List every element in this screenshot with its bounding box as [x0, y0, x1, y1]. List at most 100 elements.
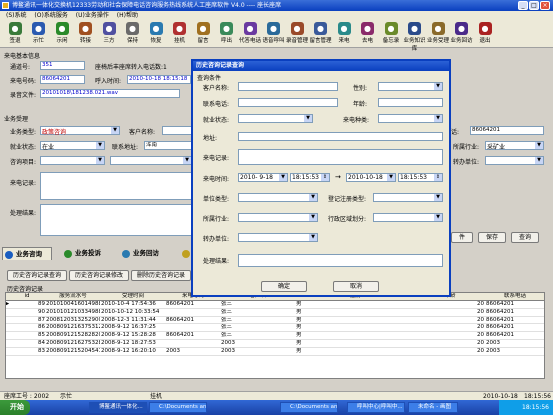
toolbar-dial-out-button[interactable]: ● 呼出: [216, 22, 238, 46]
dlg-from-time[interactable]: 18:15:53 ⇕: [290, 173, 330, 182]
column-header[interactable]: 受理时间: [101, 293, 165, 300]
dlg-age-input[interactable]: [378, 98, 443, 107]
customer-name-input[interactable]: [162, 126, 192, 135]
column-header[interactable]: id: [9, 293, 45, 300]
toolbar-exit-button[interactable]: ● 退出: [474, 22, 496, 46]
toolbar-knowledge-button[interactable]: ● 业务知识库: [404, 22, 426, 52]
toolbar-voice-call-button[interactable]: ● 语音呼叫: [263, 22, 285, 46]
toolbar-three-way-button[interactable]: ● 三方: [98, 22, 120, 46]
toolbar-busy-button[interactable]: ● 示忙: [28, 22, 50, 46]
toolbar-idle-button[interactable]: ● 示闲: [51, 22, 73, 46]
toolbar-callback-button[interactable]: ● 业务回访: [451, 22, 473, 46]
dlg-record-label: 来电记录:: [203, 155, 230, 162]
dlg-result-input[interactable]: [238, 254, 443, 267]
column-header[interactable]: 服务流水号: [46, 293, 100, 300]
close-button[interactable]: ×: [540, 1, 550, 10]
dlg-name-input[interactable]: [238, 82, 338, 91]
toolbar-pickup-button[interactable]: ● 代答电话: [239, 22, 261, 46]
idle-icon: ●: [55, 22, 69, 35]
ok-button[interactable]: 确定: [261, 281, 307, 292]
table-cell: 86064201: [486, 332, 514, 339]
toolbar-sign-out-button[interactable]: ● 签退: [4, 22, 26, 46]
tab-callback[interactable]: 业务回访: [120, 247, 175, 260]
table-cell: 86: [38, 324, 45, 331]
toolbar-memo-button[interactable]: ● 备忘录: [380, 22, 402, 46]
business-section-title: 业务受理: [4, 116, 29, 123]
history-query-button[interactable]: 历史咨询记录查询: [7, 270, 67, 281]
employment-select[interactable]: 在业 ▼: [40, 141, 105, 151]
dlg-transfer-select[interactable]: ▼: [238, 233, 318, 242]
table-row[interactable]: 86 20080912163753127 2008-9-12 16:37:25 张三 男…: [6, 324, 544, 333]
minimize-button[interactable]: _: [518, 1, 528, 10]
save-button[interactable]: 保存: [478, 232, 506, 243]
task-explorer-2[interactable]: C:\Documents an...: [280, 402, 338, 413]
dlg-to-date[interactable]: 2010-10-18 ▼: [346, 173, 396, 182]
address-input[interactable]: 浑南: [144, 141, 192, 150]
table-row[interactable]: 87 20081203132529003 2008-12-3 11:31:44 860…: [6, 317, 544, 325]
table-row[interactable]: ▶ 89 20101004160149884 2010-10-4 17:54:36 86…: [6, 301, 544, 309]
dlg-unit-type-select[interactable]: ▼: [238, 193, 318, 202]
menu-system[interactable]: (S)系统: [6, 12, 27, 19]
phone-field[interactable]: 86064201: [470, 126, 544, 135]
dlg-region-select[interactable]: ▼: [373, 213, 443, 222]
table-row[interactable]: 83 20080912152045412 2008-9-12 16:20:10 200…: [6, 348, 544, 356]
dlg-status-select[interactable]: ▼: [238, 114, 313, 123]
dlg-age-label: 年龄:: [353, 101, 368, 108]
result-textarea[interactable]: [40, 204, 192, 236]
start-button[interactable]: 开始: [0, 400, 30, 415]
tab-consult[interactable]: 业务咨询: [2, 247, 52, 260]
toolbar-transfer-button[interactable]: ● 转接: [75, 22, 97, 46]
call-record-textarea[interactable]: [40, 172, 192, 200]
toolbar-hangup-button[interactable]: ● 挂机: [169, 22, 191, 46]
toolbar-hold-button[interactable]: ● 保持: [122, 22, 144, 46]
table-row[interactable]: 90 20101012103349882 2010-10-12 10:33:54 张三…: [6, 309, 544, 317]
chevron-down-icon: ▼: [96, 142, 104, 149]
cancel-button[interactable]: 取消: [333, 281, 379, 292]
business-type-select[interactable]: 政策咨询 ▼: [40, 126, 120, 136]
consult-item-select[interactable]: ▼: [40, 156, 105, 165]
recording-field: 20101018\181238.021.wav: [40, 89, 180, 98]
query-button[interactable]: 查询: [511, 232, 539, 243]
toolbar-resume-button[interactable]: ● 恢复: [145, 22, 167, 46]
history-table[interactable]: id服务流水号受理时间来电号码客户名性别年龄联系电话▶8920101004160…: [5, 292, 545, 379]
table-row[interactable]: 84 20080912162753281 2008-9-12 18:27:53 200…: [6, 340, 544, 348]
history-delete-button[interactable]: 删除历史咨询记录: [131, 270, 191, 281]
menu-service[interactable]: (O)系统服务: [34, 12, 67, 19]
task-paint[interactable]: 未命名 - 画图: [408, 402, 458, 413]
task-callcenter[interactable]: 呼叫中心|呼叫中...: [347, 402, 405, 413]
toolbar-incoming-button[interactable]: ● 来电: [333, 22, 355, 46]
menu-help[interactable]: (H)帮助: [117, 12, 138, 19]
transfer-unit-select[interactable]: ▼: [485, 156, 544, 165]
table-cell: 男: [296, 301, 302, 307]
tab-complaint[interactable]: 业务投诉: [62, 247, 114, 260]
column-header[interactable]: 联系电话: [486, 293, 544, 300]
task-app[interactable]: 博鳌通讯一体化...: [89, 402, 147, 413]
extra-button[interactable]: 件: [451, 232, 473, 243]
menu-business[interactable]: (U)业务操作: [76, 12, 109, 19]
toolbar-outgoing-button[interactable]: ● 去电: [357, 22, 379, 46]
history-edit-button[interactable]: 历史咨询记录修改: [69, 270, 129, 281]
dlg-from-date[interactable]: 2010- 9-18 ▼: [238, 173, 288, 182]
table-row[interactable]: 85 20080912152828203 2008-9-12 15:28:28 860…: [6, 332, 544, 340]
toolbar-message-mgmt-button[interactable]: ● 留言管理: [310, 22, 332, 46]
dlg-phone-input[interactable]: [238, 98, 338, 107]
industry-select[interactable]: 采矿业 ▼: [485, 141, 544, 151]
table-cell: 张三: [221, 332, 233, 339]
table-cell: 89: [38, 301, 45, 307]
consult-subitem-select[interactable]: ▼: [110, 156, 192, 165]
to-time-value: 18:15:53: [400, 174, 427, 181]
dlg-gender-select[interactable]: ▼: [378, 82, 443, 91]
maximize-button[interactable]: □: [529, 1, 539, 10]
dlg-address-input[interactable]: [238, 132, 443, 141]
table-cell: 20080912152828203: [46, 332, 100, 339]
toolbar-message-button[interactable]: ● 留言: [192, 22, 214, 46]
task-explorer-1[interactable]: C:\Documents an...: [149, 402, 207, 413]
dlg-to-time[interactable]: 18:15:53 ⇕: [398, 173, 443, 182]
toolbar-recording-button[interactable]: ● 录音管理: [286, 22, 308, 46]
dlg-caller-type-select[interactable]: ▼: [378, 114, 443, 123]
dlg-record-input[interactable]: [238, 149, 443, 165]
dlg-reg-type-select[interactable]: ▼: [373, 193, 443, 202]
toolbar-business-button[interactable]: ● 业务受理: [427, 22, 449, 46]
dlg-industry-select[interactable]: ▼: [238, 213, 318, 222]
table-cell: 20081203132529003: [46, 316, 100, 323]
